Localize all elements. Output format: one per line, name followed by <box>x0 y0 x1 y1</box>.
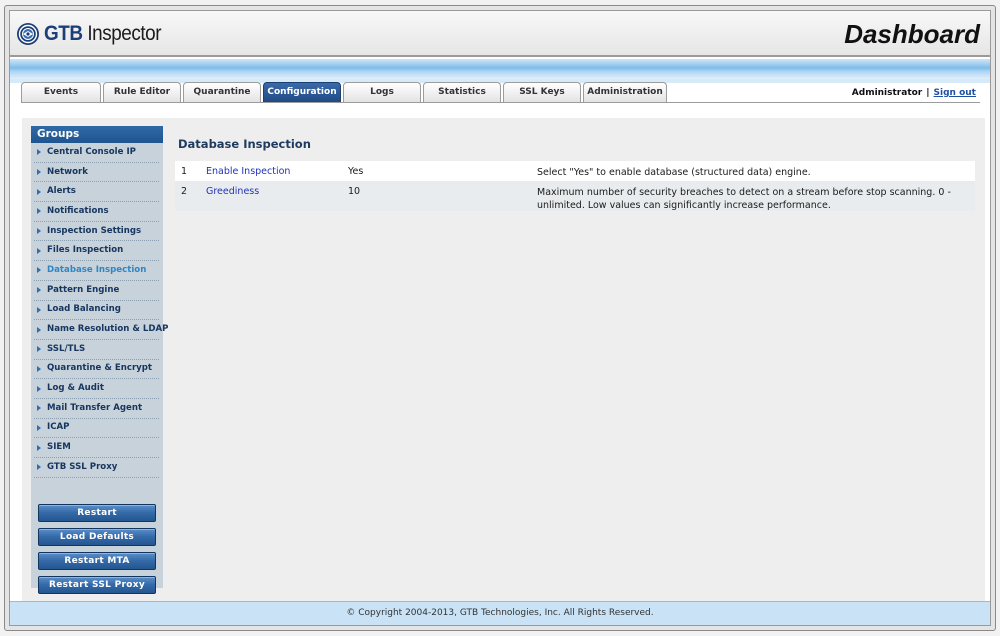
setting-row: 1 Enable Inspection Yes Select "Yes" to … <box>175 161 975 181</box>
arrow-right-icon <box>37 464 41 471</box>
gtb-logo-icon <box>17 23 39 45</box>
tab-bar-underline <box>21 102 980 103</box>
sign-out-link[interactable]: Sign out <box>934 88 976 98</box>
tab-events[interactable]: Events <box>21 82 101 102</box>
footer: © Copyright 2004-2013, GTB Technologies,… <box>10 601 990 625</box>
sidebar-item-quarantine-encrypt[interactable]: Quarantine & Encrypt <box>34 360 159 380</box>
sidebar-item-label: GTB SSL Proxy <box>47 461 118 472</box>
arrow-right-icon <box>37 385 41 392</box>
setting-value[interactable]: 10 <box>348 186 360 197</box>
arrow-right-icon <box>37 169 41 176</box>
tab-bar: Events Rule Editor Quarantine Configurat… <box>21 82 669 102</box>
sidebar-item-label: Network <box>47 166 88 177</box>
tab-rule-editor[interactable]: Rule Editor <box>103 82 181 102</box>
setting-row: 2 Greediness 10 Maximum number of securi… <box>175 181 975 211</box>
sidebar-item-label: Log & Audit <box>47 383 104 394</box>
tab-ssl-keys[interactable]: SSL Keys <box>503 82 581 102</box>
arrow-right-icon <box>37 228 41 235</box>
app-window: GTB Inspector Dashboard Events Rule Edit… <box>9 10 991 626</box>
sidebar-item-label: Mail Transfer Agent <box>47 402 143 413</box>
setting-number: 2 <box>181 186 188 197</box>
sidebar-item-label: Inspection Settings <box>47 225 142 236</box>
sidebar-item-network[interactable]: Network <box>34 163 159 183</box>
arrow-right-icon <box>37 287 41 294</box>
tab-quarantine[interactable]: Quarantine <box>183 82 261 102</box>
username: Administrator <box>851 88 923 98</box>
sidebar-item-label: Pattern Engine <box>47 284 120 295</box>
header-stripe <box>10 59 990 79</box>
section-title: Database Inspection <box>178 137 311 151</box>
sidebar-item-load-balancing[interactable]: Load Balancing <box>34 301 159 321</box>
sidebar-item-label: Alerts <box>47 186 76 197</box>
sidebar-item-icap[interactable]: ICAP <box>34 419 159 439</box>
setting-name-link[interactable]: Enable Inspection <box>206 166 290 177</box>
sidebar-item-label: Files Inspection <box>47 245 124 256</box>
arrow-right-icon <box>37 405 41 412</box>
sidebar-item-label: SSL/TLS <box>47 343 86 354</box>
setting-description: Select "Yes" to enable database (structu… <box>537 167 811 178</box>
sidebar-item-mail-transfer-agent[interactable]: Mail Transfer Agent <box>34 399 159 419</box>
arrow-right-icon <box>37 267 41 274</box>
logo-text: GTB Inspector <box>44 22 162 45</box>
sidebar-heading: Groups <box>31 126 163 143</box>
sidebar-item-label: SIEM <box>47 442 71 453</box>
restart-mta-button[interactable]: Restart MTA <box>38 552 156 570</box>
sidebar-item-label: Database Inspection <box>47 264 147 275</box>
app-frame: GTB Inspector Dashboard Events Rule Edit… <box>4 5 996 631</box>
setting-name-link[interactable]: Greediness <box>206 186 259 197</box>
sidebar-item-files-inspection[interactable]: Files Inspection <box>34 241 159 262</box>
sidebar-item-notifications[interactable]: Notifications <box>34 202 159 222</box>
sidebar-item-pattern-engine[interactable]: Pattern Engine <box>34 281 159 301</box>
setting-description: Maximum number of security breaches to d… <box>537 187 951 211</box>
logo: GTB Inspector <box>16 21 174 47</box>
sidebar-item-siem[interactable]: SIEM <box>34 438 159 458</box>
content-panel: Groups Central Console IP Network Alerts… <box>22 118 985 606</box>
sidebar-item-label: Quarantine & Encrypt <box>47 363 153 374</box>
arrow-right-icon <box>37 149 41 156</box>
arrow-right-icon <box>37 424 41 431</box>
user-area: Administrator | Sign out <box>852 88 976 98</box>
sidebar-item-label: Name Resolution & LDAP <box>47 324 169 335</box>
settings-table: 1 Enable Inspection Yes Select "Yes" to … <box>175 161 975 211</box>
page-title: Dashboard <box>844 19 980 49</box>
tab-administration[interactable]: Administration <box>583 82 667 102</box>
sidebar-item-alerts[interactable]: Alerts <box>34 182 159 203</box>
sidebar-item-inspection-settings[interactable]: Inspection Settings <box>34 222 159 242</box>
arrow-right-icon <box>37 188 41 195</box>
sidebar-item-ssl-tls[interactable]: SSL/TLS <box>34 340 159 360</box>
restart-button[interactable]: Restart <box>38 504 156 522</box>
sidebar-item-name-resolution-ldap[interactable]: Name Resolution & LDAP <box>34 320 168 340</box>
arrow-right-icon <box>37 444 41 451</box>
tab-logs[interactable]: Logs <box>343 82 421 102</box>
arrow-right-icon <box>37 247 41 254</box>
header: GTB Inspector Dashboard <box>10 11 990 57</box>
sidebar-item-log-audit[interactable]: Log & Audit <box>34 379 159 399</box>
setting-number: 1 <box>181 166 188 177</box>
sidebar-item-label: Central Console IP <box>47 146 136 157</box>
sidebar-item-label: Notifications <box>47 205 109 216</box>
arrow-right-icon <box>37 365 41 372</box>
sidebar-item-database-inspection[interactable]: Database Inspection <box>34 261 159 281</box>
user-separator: | <box>926 88 930 98</box>
tab-statistics[interactable]: Statistics <box>423 82 501 102</box>
sidebar-item-label: Load Balancing <box>47 304 121 315</box>
arrow-right-icon <box>37 326 41 333</box>
restart-ssl-proxy-button[interactable]: Restart SSL Proxy <box>38 576 156 594</box>
sidebar-item-label: ICAP <box>47 422 70 433</box>
load-defaults-button[interactable]: Load Defaults <box>38 528 156 546</box>
setting-value[interactable]: Yes <box>348 166 363 177</box>
sidebar-item-central-console-ip[interactable]: Central Console IP <box>34 143 159 163</box>
arrow-right-icon <box>37 306 41 313</box>
arrow-right-icon <box>37 346 41 353</box>
tab-configuration[interactable]: Configuration <box>263 82 341 102</box>
copyright-text: © Copyright 2004-2013, GTB Technologies,… <box>346 608 654 618</box>
arrow-right-icon <box>37 208 41 215</box>
sidebar-buttons: Restart Load Defaults Restart MTA Restar… <box>31 504 163 600</box>
sidebar-item-gtb-ssl-proxy[interactable]: GTB SSL Proxy <box>34 458 159 478</box>
sidebar: Groups Central Console IP Network Alerts… <box>31 126 168 594</box>
